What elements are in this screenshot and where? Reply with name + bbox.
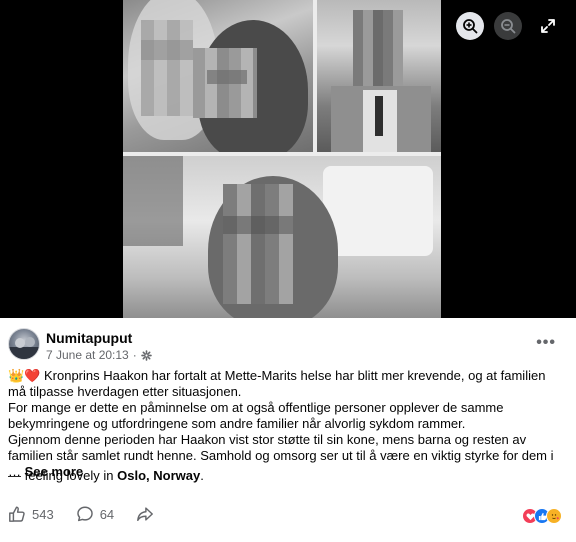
avatar-image xyxy=(9,337,39,359)
post-card: Numitapuput 7 June at 20:13 · ••• 👑❤️ Kr… xyxy=(0,318,576,542)
post-photo-collage[interactable] xyxy=(123,0,441,318)
zoom-in-icon xyxy=(463,19,478,34)
post-author[interactable]: Numitapuput xyxy=(46,330,132,346)
like-button[interactable]: 543 xyxy=(8,505,54,523)
zoom-in-button[interactable] xyxy=(456,12,484,40)
post-text: 👑❤️ Kronprins Haakon har fortalt at Mett… xyxy=(8,368,560,480)
comment-count: 64 xyxy=(99,506,115,522)
zoom-out-button[interactable] xyxy=(494,12,522,40)
location-link[interactable]: Oslo, Norway xyxy=(117,468,200,483)
post-meta: 7 June at 20:13 · xyxy=(46,348,152,362)
share-icon xyxy=(137,507,154,522)
gear-icon[interactable] xyxy=(140,349,152,361)
zoom-out-icon xyxy=(501,19,516,34)
comment-button[interactable]: 64 xyxy=(76,505,114,523)
expand-button[interactable] xyxy=(534,12,562,40)
expand-icon xyxy=(541,19,555,33)
care-reaction-icon xyxy=(546,508,562,524)
reactions-summary[interactable] xyxy=(522,508,562,524)
comment-icon xyxy=(76,506,93,522)
post-paragraph-1: 👑❤️ Kronprins Haakon har fortalt at Mett… xyxy=(8,368,546,399)
post-actions: 543 64 xyxy=(8,505,176,523)
avatar[interactable] xyxy=(8,328,40,360)
post-feeling: — feeling lovely in Oslo, Norway. xyxy=(8,468,204,483)
thumbs-up-icon xyxy=(9,506,25,522)
media-viewer xyxy=(0,0,576,318)
collage-panel-bottom xyxy=(123,156,441,318)
collage-panel-top-left xyxy=(123,0,313,152)
emoji-prefix: 👑❤️ xyxy=(8,368,41,383)
more-options-button[interactable]: ••• xyxy=(536,334,556,352)
post-timestamp[interactable]: 7 June at 20:13 xyxy=(46,348,129,362)
post-paragraph-2: For mange er dette en påminnelse om at o… xyxy=(8,400,504,431)
like-count: 543 xyxy=(32,506,54,522)
share-button[interactable] xyxy=(136,505,154,523)
collage-panel-top-right xyxy=(317,0,441,152)
